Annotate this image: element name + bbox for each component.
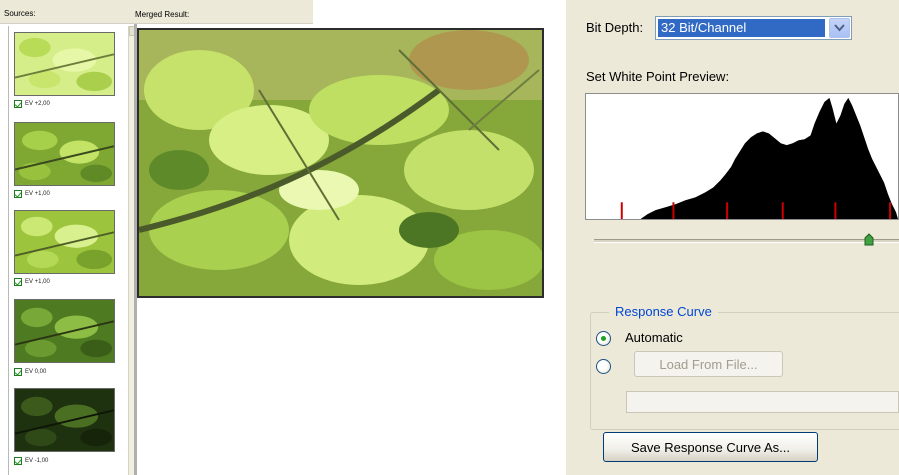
bit-depth-select[interactable]: 32 Bit/Channel <box>655 16 852 40</box>
foliage-image <box>15 123 114 185</box>
checkbox-checked-icon[interactable] <box>14 278 22 286</box>
ev-label: EV -1,00 <box>25 458 49 464</box>
load-from-file-radio[interactable] <box>596 359 611 374</box>
foliage-image <box>15 300 114 362</box>
ev-label: EV +1,00 <box>25 279 50 285</box>
foliage-image <box>15 211 114 273</box>
save-response-curve-button[interactable]: Save Response Curve As... <box>603 432 818 462</box>
thumbnail-caption-1: EV +2,00 <box>14 99 50 109</box>
radio-selected-dot <box>601 336 606 341</box>
checkbox-checked-icon[interactable] <box>14 100 22 108</box>
merged-result-label: Merged Result: <box>135 10 190 19</box>
sources-label: Sources: <box>4 9 36 18</box>
source-thumbnail-3[interactable] <box>14 210 115 274</box>
merged-result-preview <box>137 28 544 298</box>
histogram-fill <box>640 97 898 219</box>
checkbox-checked-icon[interactable] <box>14 457 22 465</box>
bit-depth-selected-value: 32 Bit/Channel <box>658 19 825 37</box>
source-thumbnail-2[interactable] <box>14 122 115 186</box>
bit-depth-label: Bit Depth: <box>586 20 644 35</box>
sources-header: Sources: Merged Result: <box>0 0 313 24</box>
source-thumbnail-4[interactable] <box>14 299 115 363</box>
foliage-image <box>15 389 114 451</box>
thumbnail-caption-2: EV +1,00 <box>14 189 50 199</box>
checkbox-checked-icon[interactable] <box>14 190 22 198</box>
source-thumbnail-list[interactable]: EV +2,00 EV +1,00 EV +1,00 EV 0,00 EV -1… <box>8 26 137 475</box>
histogram-graph <box>620 97 898 219</box>
ev-label: EV 0,00 <box>25 369 47 375</box>
merged-foliage-image <box>139 30 542 296</box>
histogram <box>585 93 899 220</box>
white-point-preview-label: Set White Point Preview: <box>586 69 730 84</box>
response-curve-title: Response Curve <box>609 304 718 319</box>
thumbnail-caption-4: EV 0,00 <box>14 367 46 377</box>
response-file-path-field[interactable] <box>626 391 899 413</box>
automatic-radio-label[interactable]: Automatic <box>625 330 683 345</box>
hdr-options-panel: Bit Depth: 32 Bit/Channel Set White Poin… <box>566 0 899 475</box>
foliage-image <box>15 33 114 95</box>
ev-label: EV +1,00 <box>25 191 50 197</box>
load-from-file-button[interactable]: Load From File... <box>634 351 783 377</box>
white-point-slider-track[interactable] <box>594 239 899 243</box>
source-thumbnail-5[interactable] <box>14 388 115 452</box>
chevron-down-icon[interactable] <box>829 18 850 38</box>
thumbnail-caption-3: EV +1,00 <box>14 277 50 287</box>
checkbox-checked-icon[interactable] <box>14 368 22 376</box>
ev-label: EV +2,00 <box>25 101 50 107</box>
automatic-radio[interactable] <box>596 331 611 346</box>
slider-thumb-icon[interactable] <box>864 233 874 247</box>
source-thumbnail-1[interactable] <box>14 32 115 96</box>
thumbnail-caption-5: EV -1,00 <box>14 456 48 466</box>
